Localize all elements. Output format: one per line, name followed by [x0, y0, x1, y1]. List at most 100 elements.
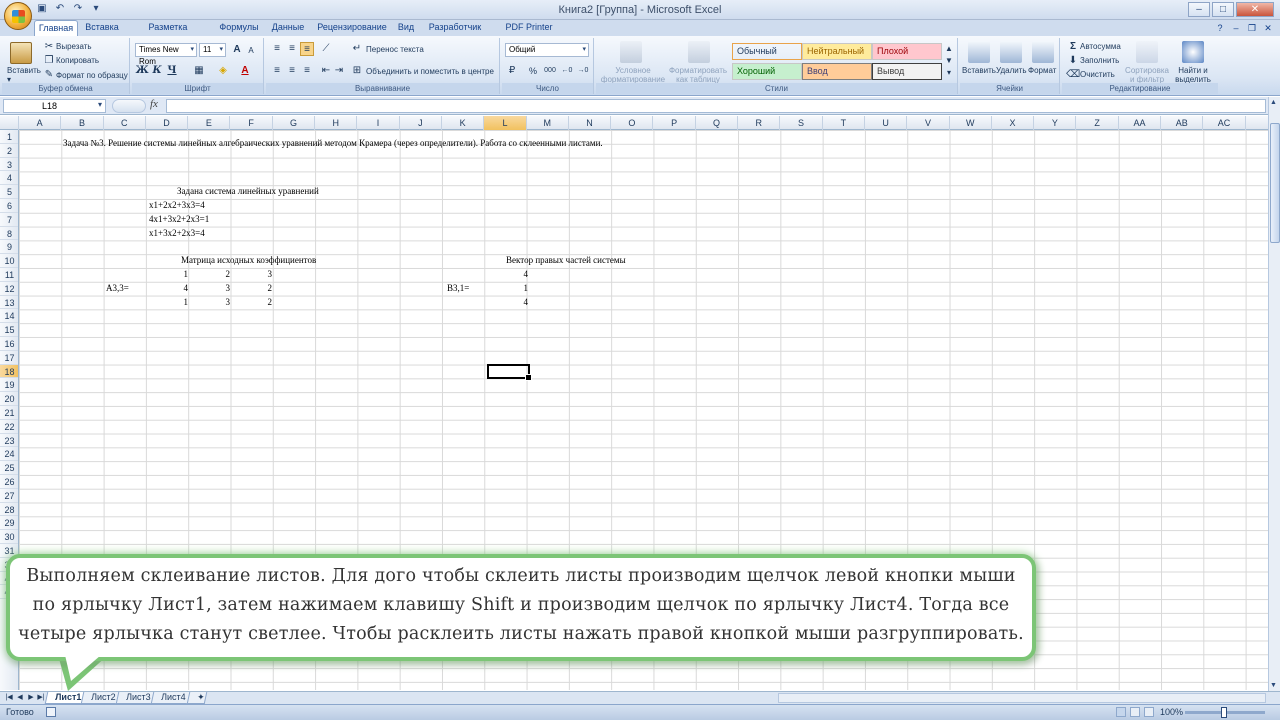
decrease-decimal-icon[interactable]: →0 — [576, 64, 590, 78]
row-header[interactable]: 3 — [0, 158, 18, 172]
grow-font-icon[interactable]: A — [230, 43, 244, 57]
restore-icon[interactable]: ❐ — [1246, 22, 1258, 34]
column-header[interactable]: S — [780, 116, 823, 130]
sort-filter-icon[interactable] — [1136, 41, 1158, 63]
function-icon[interactable]: fx — [150, 98, 164, 110]
vertical-scrollbar[interactable]: ▲ ▼ — [1268, 97, 1280, 691]
row-header[interactable]: 5 — [0, 185, 18, 199]
cell-c12-matrix-label[interactable]: A3,3= — [106, 282, 129, 295]
autosum-icon[interactable]: Σ — [1066, 40, 1080, 54]
matrix-cell[interactable]: 2 — [190, 268, 231, 281]
insert-cells-button[interactable]: Вставить — [962, 66, 996, 75]
find-select-icon[interactable] — [1182, 41, 1204, 63]
copy-button[interactable]: Копировать — [56, 56, 99, 65]
wrap-text-button[interactable]: Перенос текста — [366, 45, 424, 54]
tab-review[interactable]: Рецензирование — [314, 20, 390, 36]
increase-indent-icon[interactable]: ⇥ — [332, 64, 346, 78]
matrix-cell[interactable]: 2 — [232, 296, 273, 309]
close-button[interactable]: ✕ — [1236, 2, 1274, 17]
format-as-table-button[interactable]: Форматировать как таблицу — [666, 66, 730, 84]
select-all-corner[interactable] — [0, 116, 19, 130]
number-format-select[interactable]: Общий ▾ — [505, 43, 589, 57]
delete-cells-icon[interactable] — [1000, 41, 1022, 63]
row-header[interactable]: 28 — [0, 503, 18, 517]
column-header[interactable]: O — [611, 116, 654, 130]
format-cells-button[interactable]: Формат — [1028, 66, 1056, 75]
tab-data[interactable]: Данные — [268, 20, 308, 36]
paste-icon[interactable] — [10, 42, 32, 64]
fill-icon[interactable]: ⬇ — [1066, 54, 1080, 68]
align-top-icon[interactable]: ≡ — [270, 42, 284, 56]
wrap-text-icon[interactable]: ↵ — [350, 42, 364, 56]
style-output[interactable]: Вывод — [872, 63, 942, 80]
column-header[interactable]: W — [950, 116, 992, 130]
cell-b2-title[interactable]: Задача №3. Решение системы линейных алге… — [63, 137, 603, 150]
cut-icon[interactable]: ✂ — [42, 40, 56, 54]
column-header[interactable]: G — [273, 116, 316, 130]
name-box-dropdown-icon[interactable]: ▾ — [98, 100, 102, 109]
row-header[interactable]: 4 — [0, 171, 18, 186]
tab-formulas[interactable]: Формулы — [216, 20, 262, 36]
cell-l10-vector-header[interactable]: Вектор правых частей системы — [506, 254, 626, 267]
cut-button[interactable]: Вырезать — [56, 42, 92, 51]
row-header[interactable]: 19 — [0, 378, 18, 393]
column-header[interactable]: F — [231, 116, 273, 130]
row-header[interactable]: 27 — [0, 489, 18, 503]
insert-cells-icon[interactable] — [968, 41, 990, 63]
page-layout-view-icon[interactable] — [1130, 707, 1140, 717]
style-bad[interactable]: Плохой — [872, 43, 942, 60]
conditional-format-button[interactable]: Условное форматирование — [598, 66, 668, 84]
underline-button[interactable]: Ч — [165, 64, 179, 78]
row-header[interactable]: 24 — [0, 447, 18, 462]
font-name-select[interactable]: Times New Rom ▾ — [135, 43, 197, 66]
currency-icon[interactable]: ₽ — [505, 64, 519, 78]
active-cell-cursor[interactable] — [487, 364, 532, 381]
tab-insert[interactable]: Вставка — [82, 20, 122, 36]
row-header[interactable]: 6 — [0, 199, 18, 213]
style-neutral[interactable]: Нейтральный — [802, 43, 872, 60]
prev-sheet-icon[interactable]: ◀ — [15, 693, 25, 703]
scroll-up-icon[interactable]: ▲ — [1270, 99, 1277, 106]
matrix-cell[interactable]: 3 — [190, 296, 231, 309]
matrix-cell[interactable]: 3 — [190, 282, 231, 295]
column-header[interactable]: X — [992, 116, 1035, 130]
style-good[interactable]: Хороший — [732, 63, 802, 80]
next-sheet-icon[interactable]: ▶ — [26, 693, 36, 703]
column-header[interactable]: U — [865, 116, 908, 130]
align-center-icon[interactable]: ≡ — [285, 64, 299, 78]
column-header[interactable]: J — [400, 116, 442, 130]
normal-view-icon[interactable] — [1116, 707, 1126, 717]
tab-page-layout[interactable]: Разметка страницы — [128, 20, 208, 47]
minimize-button[interactable]: – — [1188, 2, 1210, 17]
column-header[interactable]: Y — [1034, 116, 1077, 130]
row-header[interactable]: 9 — [0, 240, 18, 255]
autosum-button[interactable]: Автосумма — [1080, 42, 1121, 51]
align-middle-icon[interactable]: ≡ — [285, 42, 299, 56]
vertical-scroll-thumb[interactable] — [1270, 123, 1280, 243]
align-right-icon[interactable]: ≡ — [300, 64, 314, 78]
delete-cells-button[interactable]: Удалить — [996, 66, 1027, 75]
cell-d5-system-header[interactable]: Задана система линейных уравнений — [177, 185, 319, 198]
row-header[interactable]: 17 — [0, 351, 18, 365]
tab-developer[interactable]: Разработчик — [426, 20, 484, 36]
row-header[interactable]: 12 — [0, 282, 18, 296]
cell-d7-equation2[interactable]: 4x1+3x2+2x3=1 — [149, 213, 209, 226]
tab-pdf-printer[interactable]: PDF Printer (Free) — [494, 20, 564, 47]
close-icon[interactable]: ✕ — [1262, 22, 1274, 34]
macro-record-icon[interactable] — [46, 707, 56, 717]
row-header[interactable]: 13 — [0, 296, 18, 310]
name-box[interactable]: L18 — [3, 99, 106, 113]
thousands-button[interactable]: 000 — [542, 64, 558, 78]
align-bottom-icon[interactable]: ≡ — [300, 42, 314, 56]
clear-icon[interactable]: ⌫ — [1066, 68, 1080, 82]
column-header[interactable]: E — [188, 116, 231, 130]
row-header[interactable]: 15 — [0, 323, 18, 337]
italic-button[interactable]: К — [150, 64, 164, 78]
vector-cell[interactable]: 4 — [488, 268, 529, 281]
cell-d8-equation3[interactable]: x1+3x2+2x3=4 — [149, 227, 205, 240]
row-header[interactable]: 11 — [0, 268, 18, 282]
cell-k12-vector-label[interactable]: B3,1= — [447, 282, 469, 295]
zoom-slider-knob[interactable] — [1221, 707, 1227, 718]
formula-divider-handle[interactable] — [112, 99, 146, 113]
minimize-icon[interactable]: – — [1230, 22, 1242, 34]
